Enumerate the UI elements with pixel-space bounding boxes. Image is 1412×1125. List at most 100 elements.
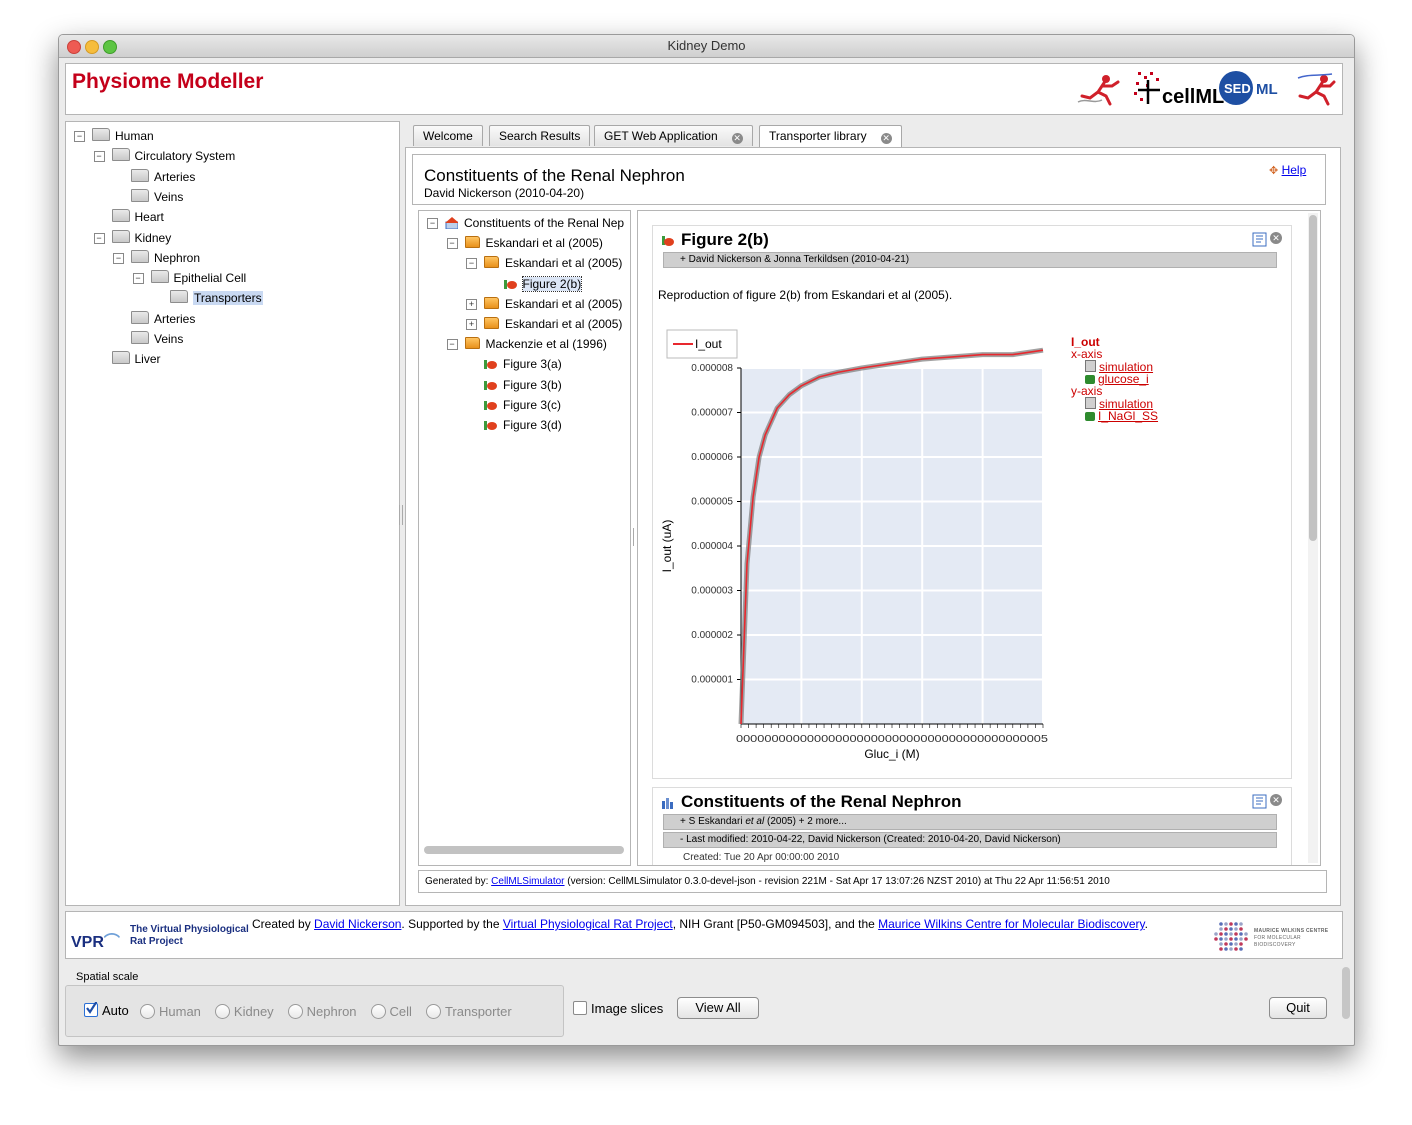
tree-item-arteries[interactable]: Arteries (131, 310, 195, 328)
tree-toggle-icon[interactable]: − (113, 252, 124, 264)
radio-circle[interactable] (370, 1004, 386, 1019)
model-tree-label: Mackenzie et al (1996) (485, 337, 607, 352)
david-nickerson-link[interactable]: David Nickerson (314, 917, 401, 931)
model-tree-item[interactable]: Figure 2(b) (503, 275, 583, 293)
image-slices-box[interactable] (573, 1001, 587, 1015)
tree-item-label: Arteries (154, 169, 196, 184)
model-tree-label: Eskandari et al (2005) (505, 296, 623, 311)
export-icon[interactable] (1252, 232, 1267, 250)
tree-item-human[interactable]: Human (92, 127, 154, 145)
tree-item-veins[interactable]: Veins (131, 330, 183, 348)
radio-circle[interactable] (214, 1004, 230, 1019)
y-tick-label: 0.000005 (691, 497, 733, 508)
model-tree-item[interactable]: Figure 3(c) (484, 396, 561, 414)
help-link[interactable]: ✥ Help (1269, 163, 1306, 177)
auto-checkbox[interactable]: Auto (84, 1002, 129, 1018)
mwc-text: MAURICE WILKINS CENTRE FOR MOLECULAR BIO… (1254, 928, 1342, 949)
variable-panel: I_out x-axis simulation glucose_i y-axis… (1071, 336, 1158, 422)
model-tree-item[interactable]: Figure 3(d) (484, 416, 562, 434)
export-icon-2[interactable] (1252, 794, 1267, 812)
quit-button[interactable]: Quit (1269, 997, 1327, 1019)
model-tree-item[interactable]: Eskandari et al (2005) (484, 315, 622, 333)
splitter-handle[interactable] (399, 505, 403, 525)
tree-toggle-icon[interactable]: − (132, 273, 144, 285)
x-variable-link[interactable]: glucose_i (1098, 372, 1149, 386)
zoom-window-button[interactable] (103, 40, 117, 54)
tree-toggle-icon[interactable]: + (466, 319, 477, 330)
y-variable-link[interactable]: I_NaGl_SS (1098, 409, 1158, 423)
open-folder-icon (484, 256, 499, 269)
tab-get-web-application[interactable]: GET Web Application ✕ (594, 125, 753, 146)
model-tree-item[interactable]: Eskandari et al (2005) (484, 295, 622, 313)
window-vertical-scrollbar[interactable] (1342, 967, 1350, 1019)
tab-transporter-library[interactable]: Transporter library ✕ (759, 125, 902, 148)
tree-item-kidney[interactable]: Kidney (111, 229, 171, 247)
page-subtitle: David Nickerson (2010-04-20) (424, 186, 585, 200)
close-tab-icon[interactable]: ✕ (731, 133, 743, 144)
model-icon (445, 217, 458, 229)
radio-transporter[interactable]: Transporter (425, 1004, 512, 1019)
model-tree-item[interactable]: Figure 3(a) (484, 355, 562, 373)
content-area: Welcome Search Results GET Web Application… (405, 121, 1341, 906)
tree-toggle-icon[interactable]: − (446, 339, 458, 351)
help-label[interactable]: Help (1282, 163, 1307, 177)
close-tab-icon[interactable]: ✕ (880, 133, 892, 144)
tree-toggle-icon[interactable]: − (466, 258, 477, 270)
model-authors-bar[interactable]: + S Eskandari et al (2005) + 2 more... (663, 814, 1277, 830)
tree-item-arteries[interactable]: Arteries (131, 168, 195, 186)
model-tree-item[interactable]: Eskandari et al (2005) (464, 234, 603, 252)
tree-item-veins[interactable]: Veins (131, 188, 183, 206)
tree-toggle-icon[interactable]: + (466, 298, 477, 310)
tree-item-label: Arteries (154, 311, 196, 326)
radio-nephron[interactable]: Nephron (287, 1004, 357, 1019)
radio-circle[interactable] (287, 1004, 303, 1019)
model-tree-item[interactable]: Mackenzie et al (1996) (464, 335, 607, 353)
close-card-icon[interactable]: ✕ (1270, 232, 1282, 244)
simulation-icon (1085, 360, 1096, 372)
radio-circle[interactable] (425, 1004, 441, 1019)
close-window-button[interactable] (67, 40, 81, 54)
radio-cell[interactable]: Cell (370, 1004, 412, 1019)
tree-item-nephron[interactable]: Nephron (131, 249, 200, 267)
model-tree-label: Eskandari et al (2005) (505, 317, 623, 331)
generated-by-bar: Generated by: CellMLSimulator (version: … (418, 870, 1327, 893)
tree-item-heart[interactable]: Heart (111, 208, 164, 226)
tree-toggle-icon[interactable]: − (446, 238, 458, 250)
cellmlsimulator-link[interactable]: CellMLSimulator (491, 876, 564, 887)
tree-toggle-icon[interactable]: − (74, 131, 85, 142)
tab-label: Welcome (423, 129, 473, 143)
radio-human[interactable]: Human (140, 1004, 201, 1019)
model-modified-bar[interactable]: - Last modified: 2010-04-22, David Nicke… (663, 832, 1277, 848)
scrollbar-thumb[interactable] (1309, 215, 1317, 541)
minimize-window-button[interactable] (85, 40, 99, 54)
radio-kidney[interactable]: Kidney (214, 1004, 274, 1019)
figure-authors-bar[interactable]: + David Nickerson & Jonna Terkildsen (20… (663, 252, 1277, 268)
tree-horizontal-scrollbar[interactable] (424, 846, 624, 854)
tree-toggle-icon[interactable]: − (93, 232, 105, 244)
maurice-wilkins-link[interactable]: Maurice Wilkins Centre for Molecular Bio… (878, 917, 1145, 931)
inner-splitter-handle[interactable] (633, 528, 635, 546)
vpr-project-link[interactable]: Virtual Physiological Rat Project (503, 917, 673, 931)
view-all-button[interactable]: View All (677, 997, 759, 1019)
tree-item-liver[interactable]: Liver (111, 350, 161, 368)
authors-suffix: (2005) + 2 more... (764, 816, 847, 827)
close-card-icon-2[interactable]: ✕ (1270, 794, 1282, 806)
ml-text: ML (1256, 81, 1278, 98)
model-tree-item[interactable]: Eskandari et al (2005) (484, 254, 622, 272)
tab-welcome[interactable]: Welcome (413, 125, 483, 146)
y-tick-label: 0.000008 (691, 363, 733, 374)
tab-search-results[interactable]: Search Results (489, 125, 591, 146)
tree-toggle-icon[interactable]: − (427, 218, 438, 229)
model-tree-item[interactable]: Figure 3(b) (484, 376, 562, 394)
tree-item-epithelial-cell[interactable]: Epithelial Cell (150, 269, 246, 287)
variable-icon-2 (1085, 412, 1095, 421)
radio-circle[interactable] (140, 1004, 155, 1019)
model-tree-item[interactable]: Constituents of the Renal Nep (445, 214, 624, 232)
document-vertical-scrollbar[interactable] (1308, 213, 1318, 863)
tree-item-circulatory-system[interactable]: Circulatory System (111, 147, 235, 165)
tree-item-transporters[interactable]: Transporters (170, 289, 263, 307)
tree-toggle-icon[interactable]: − (93, 151, 105, 163)
auto-checkbox-box[interactable] (84, 1002, 98, 1017)
y-axis-label: y-axis (1071, 384, 1103, 398)
image-slices-checkbox[interactable]: Image slices (573, 1001, 663, 1016)
